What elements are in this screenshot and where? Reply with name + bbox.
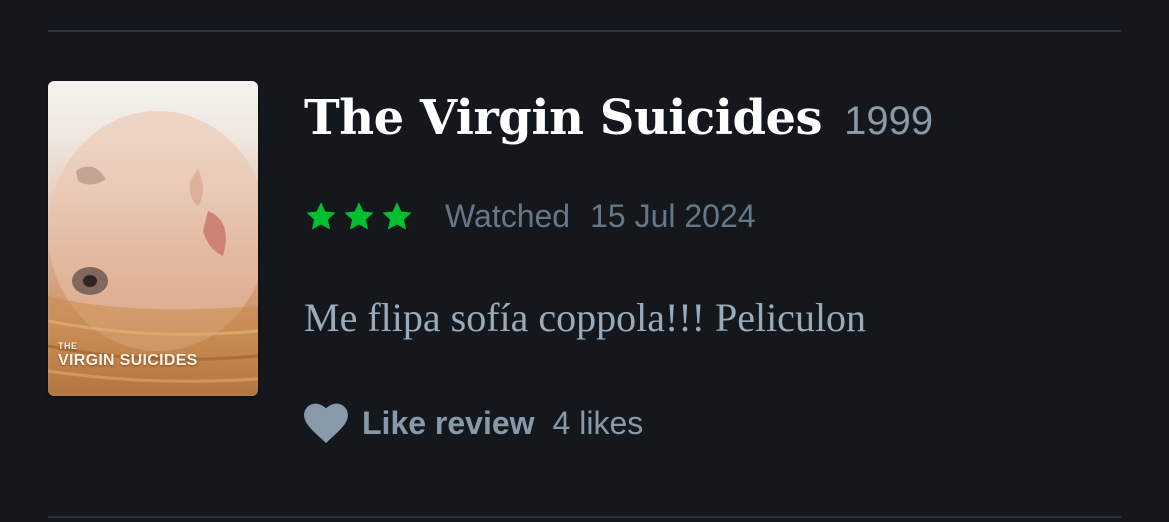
review-body: Me flipa sofía coppola!!! Peliculon: [304, 295, 867, 340]
film-year-link[interactable]: 1999: [844, 99, 933, 144]
film-heading: The Virgin Suicides 1999: [304, 90, 933, 146]
film-poster[interactable]: THE VIRGIN SUICIDES: [48, 81, 258, 396]
bottom-divider: [48, 516, 1121, 518]
star-icon: [382, 201, 412, 230]
poster-title-small: THE: [58, 341, 78, 351]
star-icon: [306, 201, 336, 230]
top-divider: [48, 30, 1121, 32]
star-rating: [303, 200, 415, 234]
star-icon: [344, 201, 374, 230]
poster-title: THE VIRGIN SUICIDES: [58, 342, 198, 369]
heart-icon[interactable]: [303, 403, 349, 443]
like-review-button[interactable]: Like review 4 likes: [303, 403, 643, 443]
poster-title-big: VIRGIN SUICIDES: [58, 352, 198, 369]
watched-label: Watched: [445, 198, 571, 234]
review-meta: Watched 15 Jul 2024: [303, 198, 756, 235]
like-count-link[interactable]: 4 likes: [553, 405, 644, 442]
like-review-label[interactable]: Like review: [362, 405, 535, 442]
watched-date-link[interactable]: 15 Jul 2024: [590, 198, 755, 235]
film-title-link[interactable]: The Virgin Suicides: [304, 90, 823, 146]
